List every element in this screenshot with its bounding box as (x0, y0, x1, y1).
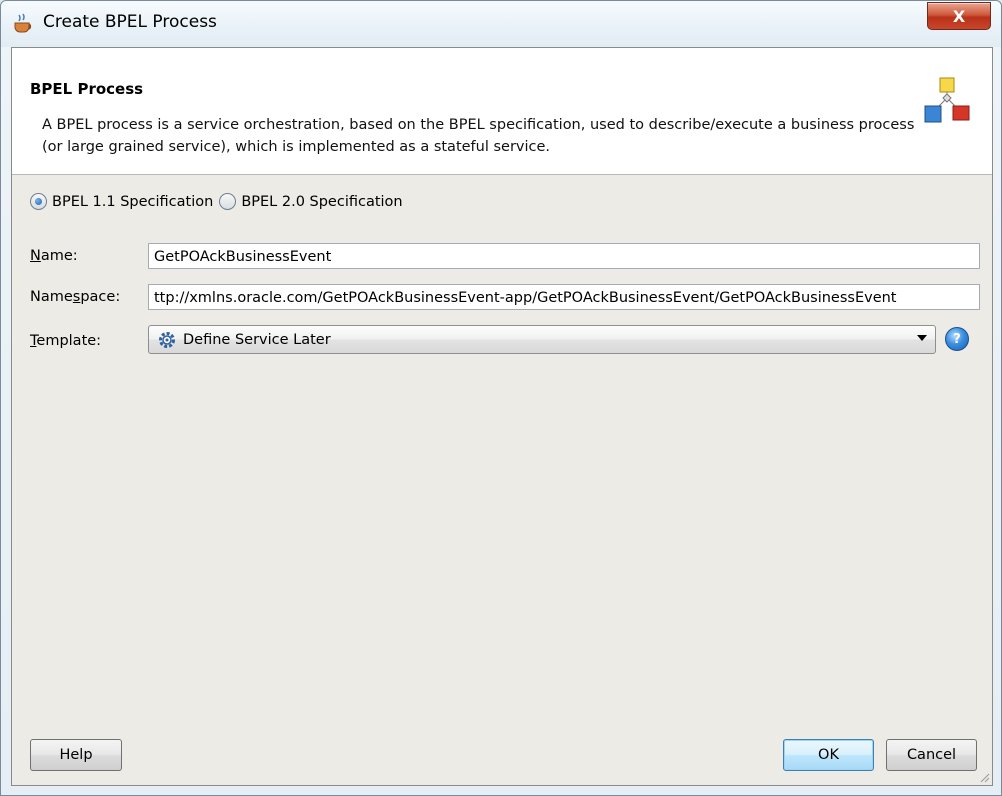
close-icon: X (952, 6, 966, 26)
cancel-button[interactable]: Cancel (886, 739, 977, 771)
radio-selected-dot (35, 198, 42, 205)
template-select[interactable]: Define Service Later (148, 325, 936, 354)
chevron-down-icon[interactable] (917, 335, 927, 341)
window-title: Create BPEL Process (43, 12, 217, 32)
help-button[interactable]: Help (30, 739, 122, 771)
header-description: A BPEL process is a service orchestratio… (42, 117, 915, 155)
name-field[interactable]: GetPOAckBusinessEvent (148, 243, 980, 269)
help-icon[interactable]: ? (945, 327, 969, 351)
spec-radio-bpel11[interactable] (30, 193, 47, 210)
template-label: Template: (30, 333, 102, 349)
spec-label-bpel20[interactable]: BPEL 2.0 Specification (241, 194, 402, 210)
dialog-window: Create BPEL Process X BPEL Process A BPE… (0, 0, 1002, 796)
header-panel: BPEL Process A BPEL process is a service… (12, 48, 992, 175)
java-cup-icon (14, 13, 32, 33)
gear-icon (159, 331, 175, 348)
dialog-body: BPEL Process A BPEL process is a service… (11, 47, 993, 786)
resize-grip-icon[interactable] (978, 771, 990, 783)
spec-radio-bpel20[interactable] (219, 193, 237, 210)
process-diagram-icon (924, 77, 970, 123)
name-label: Name: (30, 248, 78, 264)
spec-radio-group: BPEL 1.1 Specification BPEL 2.0 Specific… (30, 193, 409, 210)
header-title: BPEL Process (30, 80, 144, 98)
close-button[interactable]: X (927, 2, 991, 30)
namespace-field[interactable]: ttp://xmlns.oracle.com/GetPOAckBusinessE… (148, 284, 980, 310)
title-bar[interactable]: Create BPEL Process X (1, 1, 1001, 47)
template-selected-value: Define Service Later (183, 331, 331, 348)
spec-label-bpel11[interactable]: BPEL 1.1 Specification (52, 194, 213, 210)
namespace-label: Namespace: (30, 289, 121, 305)
ok-button[interactable]: OK (783, 739, 874, 771)
